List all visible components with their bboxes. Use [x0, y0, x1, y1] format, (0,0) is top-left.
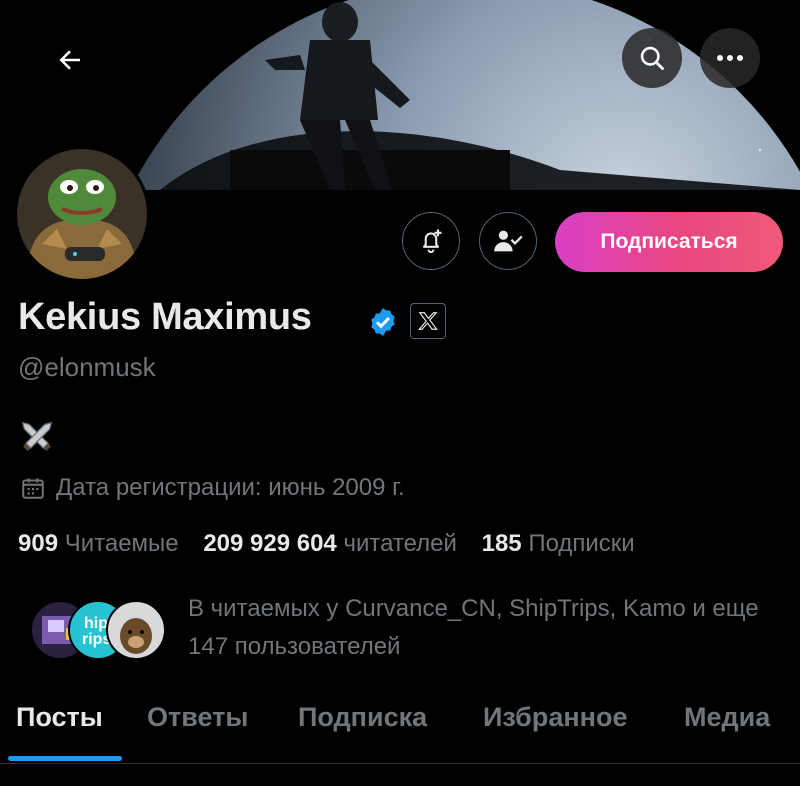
more-button[interactable] — [700, 28, 760, 88]
follower-avatar — [106, 600, 166, 660]
more-icon — [717, 55, 743, 61]
join-date-text: Дата регистрации: июнь 2009 г. — [56, 474, 405, 501]
followers-link[interactable]: 209 929 604 читателей — [203, 530, 457, 557]
tab-highlights[interactable]: Избранное — [483, 702, 627, 733]
profile-bio: ⚔️ — [18, 418, 56, 461]
join-date: Дата регистрации: июнь 2009 г. — [20, 474, 405, 502]
back-button[interactable] — [40, 30, 100, 90]
profile-tabs: Посты Ответы Подписка Избранное Медиа — [0, 690, 800, 763]
svg-text:hip: hip — [84, 615, 108, 632]
profile-handle: @elonmusk — [18, 352, 156, 382]
followed-by-text[interactable]: В читаемых у Curvance_CN, ShipTrips, Kam… — [188, 590, 778, 666]
active-tab-indicator — [8, 756, 122, 761]
tab-subscription[interactable]: Подписка — [298, 702, 427, 733]
following-link[interactable]: 909 Читаемые — [18, 530, 179, 557]
avatar[interactable] — [14, 146, 150, 282]
notify-button[interactable] — [402, 212, 460, 270]
back-arrow-icon — [59, 50, 80, 70]
follow-status-button[interactable] — [479, 212, 537, 270]
user-check-icon — [494, 230, 523, 252]
subscriptions-link[interactable]: 185 Подписки — [482, 530, 635, 557]
crossed-swords-icon — [21, 421, 53, 452]
search-button[interactable] — [622, 28, 682, 88]
profile-name: Kekius Maximus — [18, 296, 312, 338]
tab-posts[interactable]: Посты — [16, 702, 103, 733]
affiliate-badge[interactable] — [410, 303, 446, 339]
tab-replies[interactable]: Ответы — [147, 702, 248, 733]
verified-badge-icon — [367, 306, 399, 343]
avatar-image — [17, 149, 147, 279]
search-icon — [640, 46, 664, 70]
tab-media[interactable]: Медиа — [684, 702, 770, 733]
profile-stats: 909 Читаемые 209 929 604 читателей 185 П… — [18, 530, 635, 558]
x-logo-icon — [417, 312, 438, 330]
calendar-icon — [22, 478, 44, 499]
bell-plus-icon — [422, 229, 442, 254]
tabs-divider — [0, 763, 800, 764]
followed-by-avatars[interactable]: hip rips — [30, 600, 170, 664]
subscribe-button[interactable]: Подписаться — [555, 212, 783, 272]
